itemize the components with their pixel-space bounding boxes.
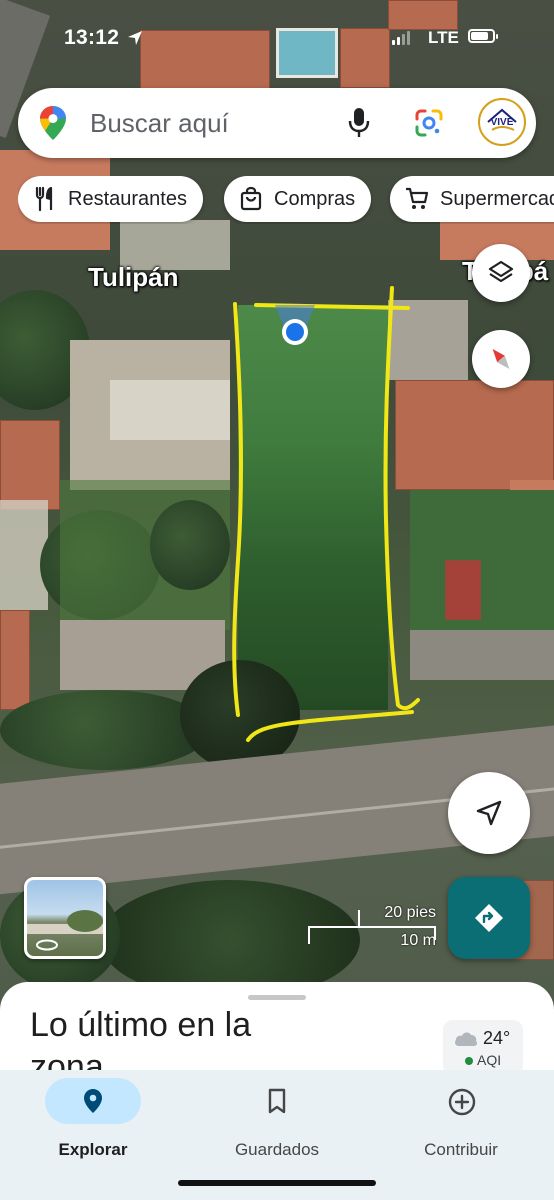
layers-button[interactable] [472, 244, 530, 302]
aqi-status-dot [465, 1057, 473, 1065]
directions-icon [475, 904, 503, 932]
layers-icon [488, 260, 514, 283]
weather-temp: 24° [483, 1028, 511, 1048]
navigation-arrow-icon [476, 800, 502, 826]
nav-label: Contribuir [424, 1140, 498, 1159]
google-maps-pin-icon [40, 106, 66, 140]
street-view-thumbnail[interactable] [24, 877, 106, 959]
scale-metric: 10 m [400, 932, 436, 949]
nav-explorar[interactable]: Explorar [18, 1078, 168, 1168]
network-type: LTE [428, 28, 459, 47]
compass-icon [492, 349, 510, 369]
status-time: 13:12 [64, 26, 120, 49]
street-label: Tulipán [88, 262, 179, 292]
chip-compras[interactable]: Compras [224, 176, 372, 222]
rotate-360-icon [36, 939, 58, 951]
map-scale: 20 pies 10 m [308, 904, 436, 949]
chip-supermercados[interactable]: Supermercados [390, 176, 554, 222]
my-location-button[interactable] [448, 772, 530, 854]
account-avatar[interactable]: VIVE [478, 98, 526, 146]
scale-bar [308, 926, 436, 928]
weather-widget[interactable]: 24° AQI [443, 1020, 523, 1076]
home-indicator[interactable] [178, 1180, 376, 1186]
cloud-icon [455, 1032, 478, 1046]
chip-label: Compras [274, 187, 356, 210]
fork-knife-icon [35, 186, 53, 212]
directions-button[interactable] [448, 877, 530, 959]
bookmark-icon [268, 1088, 286, 1114]
search-input[interactable]: Buscar aquí [90, 108, 229, 139]
nav-contribuir[interactable]: Contribuir [386, 1078, 536, 1168]
weather-aqi: AQI [477, 1052, 502, 1068]
nav-label: Guardados [234, 1140, 320, 1159]
nav-label: Explorar [58, 1140, 128, 1159]
chip-restaurantes[interactable]: Restaurantes [18, 176, 203, 222]
google-lens-icon[interactable] [414, 108, 444, 138]
location-pin-icon [84, 1089, 102, 1113]
scale-tick [434, 926, 436, 940]
scale-imperial: 20 pies [384, 904, 436, 921]
location-arrow-icon [128, 31, 142, 45]
street-view-tree [67, 910, 103, 932]
chip-label: Restaurantes [68, 187, 187, 210]
category-chips: Restaurantes Compras Supermercados [18, 176, 554, 224]
signal-icon [392, 31, 410, 45]
search-bar[interactable]: Buscar aquí VIVE [18, 88, 536, 158]
scale-tick [358, 910, 360, 926]
battery-icon [468, 29, 498, 43]
shopping-bag-icon [240, 186, 262, 211]
status-bar: 13:12 LTE [0, 22, 554, 56]
chip-label: Supermercados [440, 187, 554, 210]
scale-tick [308, 926, 310, 944]
nav-guardados[interactable]: Guardados [202, 1078, 352, 1168]
sheet-drag-handle[interactable] [248, 995, 306, 1000]
compass-button[interactable] [472, 330, 530, 388]
avatar-text: VIVE [490, 117, 514, 128]
cart-icon [406, 187, 429, 209]
my-location-marker [275, 305, 315, 345]
microphone-icon[interactable] [346, 106, 372, 140]
plus-circle-icon [448, 1088, 476, 1116]
